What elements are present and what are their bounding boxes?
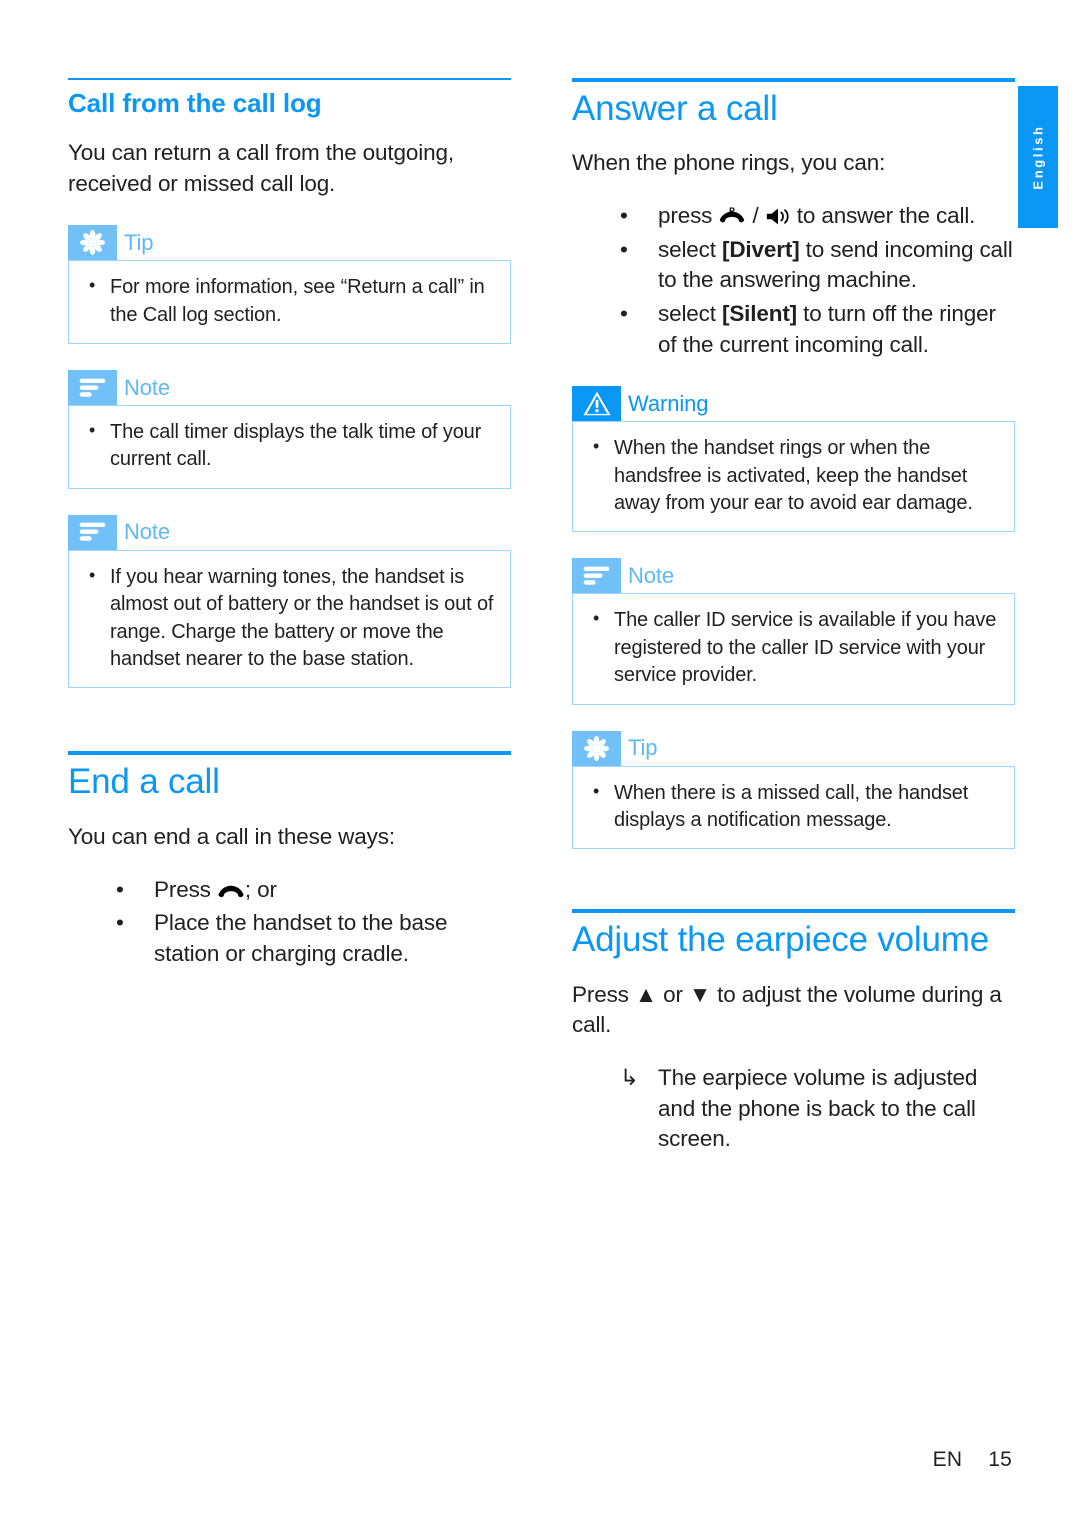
footer-page-number: 15 xyxy=(988,1448,1012,1471)
footer-language-code: EN xyxy=(932,1448,963,1471)
menu-option-label: [Silent] xyxy=(721,301,798,327)
callout-body: For more information, see “Return a call… xyxy=(68,260,511,345)
bullet-marker: • xyxy=(620,203,628,229)
speaker-icon xyxy=(765,207,791,226)
intro-prefix: Press xyxy=(572,981,635,1007)
intro-mid: or xyxy=(657,981,689,1007)
intro-paragraph: You can return a call from the outgoing,… xyxy=(68,140,454,196)
starburst-icon xyxy=(68,225,117,261)
list-item: ↳ The earpiece volume is adjusted and th… xyxy=(572,1063,1015,1155)
page-footer: EN 15 xyxy=(0,1448,1012,1472)
warning-triangle-icon xyxy=(572,386,621,422)
callout-label: Warning xyxy=(628,390,709,416)
list-item-prefix: press xyxy=(658,203,719,229)
callout-tip: Tip When there is a missed call, the han… xyxy=(572,730,1015,850)
callout-header: Tip xyxy=(572,730,1015,766)
section-title: Answer a call xyxy=(572,89,778,128)
right-column: Answer a call When the phone rings, you … xyxy=(572,78,1015,1155)
hangup-phone-icon xyxy=(217,885,245,900)
heading-rule xyxy=(572,909,1015,914)
list-item: • select [Divert] to send incoming call … xyxy=(572,235,1015,296)
section-title: End a call xyxy=(68,762,220,802)
list-item-separator: / xyxy=(746,203,765,229)
callout-header: Note xyxy=(68,514,511,550)
callout-note: Note The caller ID service is available … xyxy=(572,558,1015,705)
intro-paragraph: Press ▲ or ▼ to adjust the volume during… xyxy=(572,980,1015,1041)
list-item-suffix: to answer the call. xyxy=(790,203,976,229)
callout-item: When there is a missed call, the handset… xyxy=(587,779,1000,835)
heading-rule xyxy=(572,78,1015,82)
callout-item: The call timer displays the talk time of… xyxy=(83,418,496,474)
list-item-prefix: select xyxy=(658,236,722,262)
language-label: English xyxy=(1030,124,1046,190)
callout-warning: Warning When the handset rings or when t… xyxy=(572,386,1015,533)
lines-icon xyxy=(572,558,621,594)
heading-rule xyxy=(68,78,511,80)
side-tab-rule xyxy=(988,78,1010,82)
callout-label: Tip xyxy=(628,735,658,761)
callout-body: When the handset rings or when the hands… xyxy=(572,421,1015,533)
section-adjust-earpiece-volume: Adjust the earpiece volume Press ▲ or ▼ … xyxy=(572,909,1015,1155)
list-item: • Press ; or xyxy=(68,875,511,906)
callout-header: Tip xyxy=(68,225,511,261)
callout-item: The caller ID service is available if yo… xyxy=(587,606,1000,689)
page-title: Call from the call log xyxy=(68,88,322,118)
talk-r-key-icon: R xyxy=(718,206,746,226)
list-item-text: The earpiece volume is adjusted and the … xyxy=(658,1065,978,1152)
language-side-tab: English xyxy=(1018,86,1058,228)
menu-option-label: [Divert] xyxy=(721,236,800,262)
callout-tip: Tip For more information, see “Return a … xyxy=(68,225,511,345)
list-item: • select [Silent] to turn off the ringer… xyxy=(572,299,1015,360)
volume-down-icon: ▼ xyxy=(688,981,712,1007)
list-item-text: Place the handset to the base station or… xyxy=(154,910,448,966)
end-call-list: • Press ; or • Place the handset to the … xyxy=(68,875,511,970)
list-item-prefix: Press xyxy=(154,876,217,902)
callout-item: If you hear warning tones, the handset i… xyxy=(83,563,496,674)
bullet-marker: • xyxy=(620,236,628,262)
callout-label: Note xyxy=(628,562,675,588)
callout-label: Note xyxy=(124,374,171,400)
callout-note-1: Note The call timer displays the talk ti… xyxy=(68,370,511,489)
volume-up-icon: ▲ xyxy=(634,981,657,1007)
callout-item: When the handset rings or when the hands… xyxy=(587,434,1000,517)
bullet-marker: • xyxy=(116,876,124,902)
callout-body: When there is a missed call, the handset… xyxy=(572,765,1015,850)
bullet-marker: • xyxy=(620,301,628,327)
list-item: • Place the handset to the base station … xyxy=(68,908,511,969)
intro-paragraph: You can end a call in these ways: xyxy=(68,823,395,849)
starburst-icon xyxy=(572,730,621,766)
list-item-prefix: select xyxy=(658,301,722,327)
result-list: ↳ The earpiece volume is adjusted and th… xyxy=(572,1063,1015,1155)
heading-rule xyxy=(68,751,511,756)
callout-body: The call timer displays the talk time of… xyxy=(68,405,511,489)
list-item: • press R / to answer the call. xyxy=(572,201,1015,232)
answer-call-list: • press R / to answer the call. • select… xyxy=(572,201,1015,360)
callout-note-2: Note If you hear warning tones, the hand… xyxy=(68,514,511,689)
callout-header: Warning xyxy=(572,386,1015,422)
lines-icon xyxy=(68,370,117,406)
lines-icon xyxy=(68,514,117,550)
intro-paragraph: When the phone rings, you can: xyxy=(572,150,886,176)
callout-header: Note xyxy=(572,558,1015,594)
callout-label: Note xyxy=(124,519,171,545)
bullet-marker: • xyxy=(116,910,124,936)
callout-body: The caller ID service is available if yo… xyxy=(572,593,1015,705)
left-column: Call from the call log You can return a … xyxy=(68,78,511,969)
section-end-a-call: End a call You can end a call in these w… xyxy=(68,751,511,969)
callout-item: For more information, see “Return a call… xyxy=(83,273,496,329)
callout-body: If you hear warning tones, the handset i… xyxy=(68,549,511,689)
callout-header: Note xyxy=(68,370,511,406)
section-title: Adjust the earpiece volume xyxy=(572,920,989,960)
list-item-suffix: ; or xyxy=(244,876,277,902)
manual-page: Call from the call log You can return a … xyxy=(0,0,1080,1527)
callout-label: Tip xyxy=(124,229,154,255)
result-arrow-icon: ↳ xyxy=(620,1065,639,1091)
